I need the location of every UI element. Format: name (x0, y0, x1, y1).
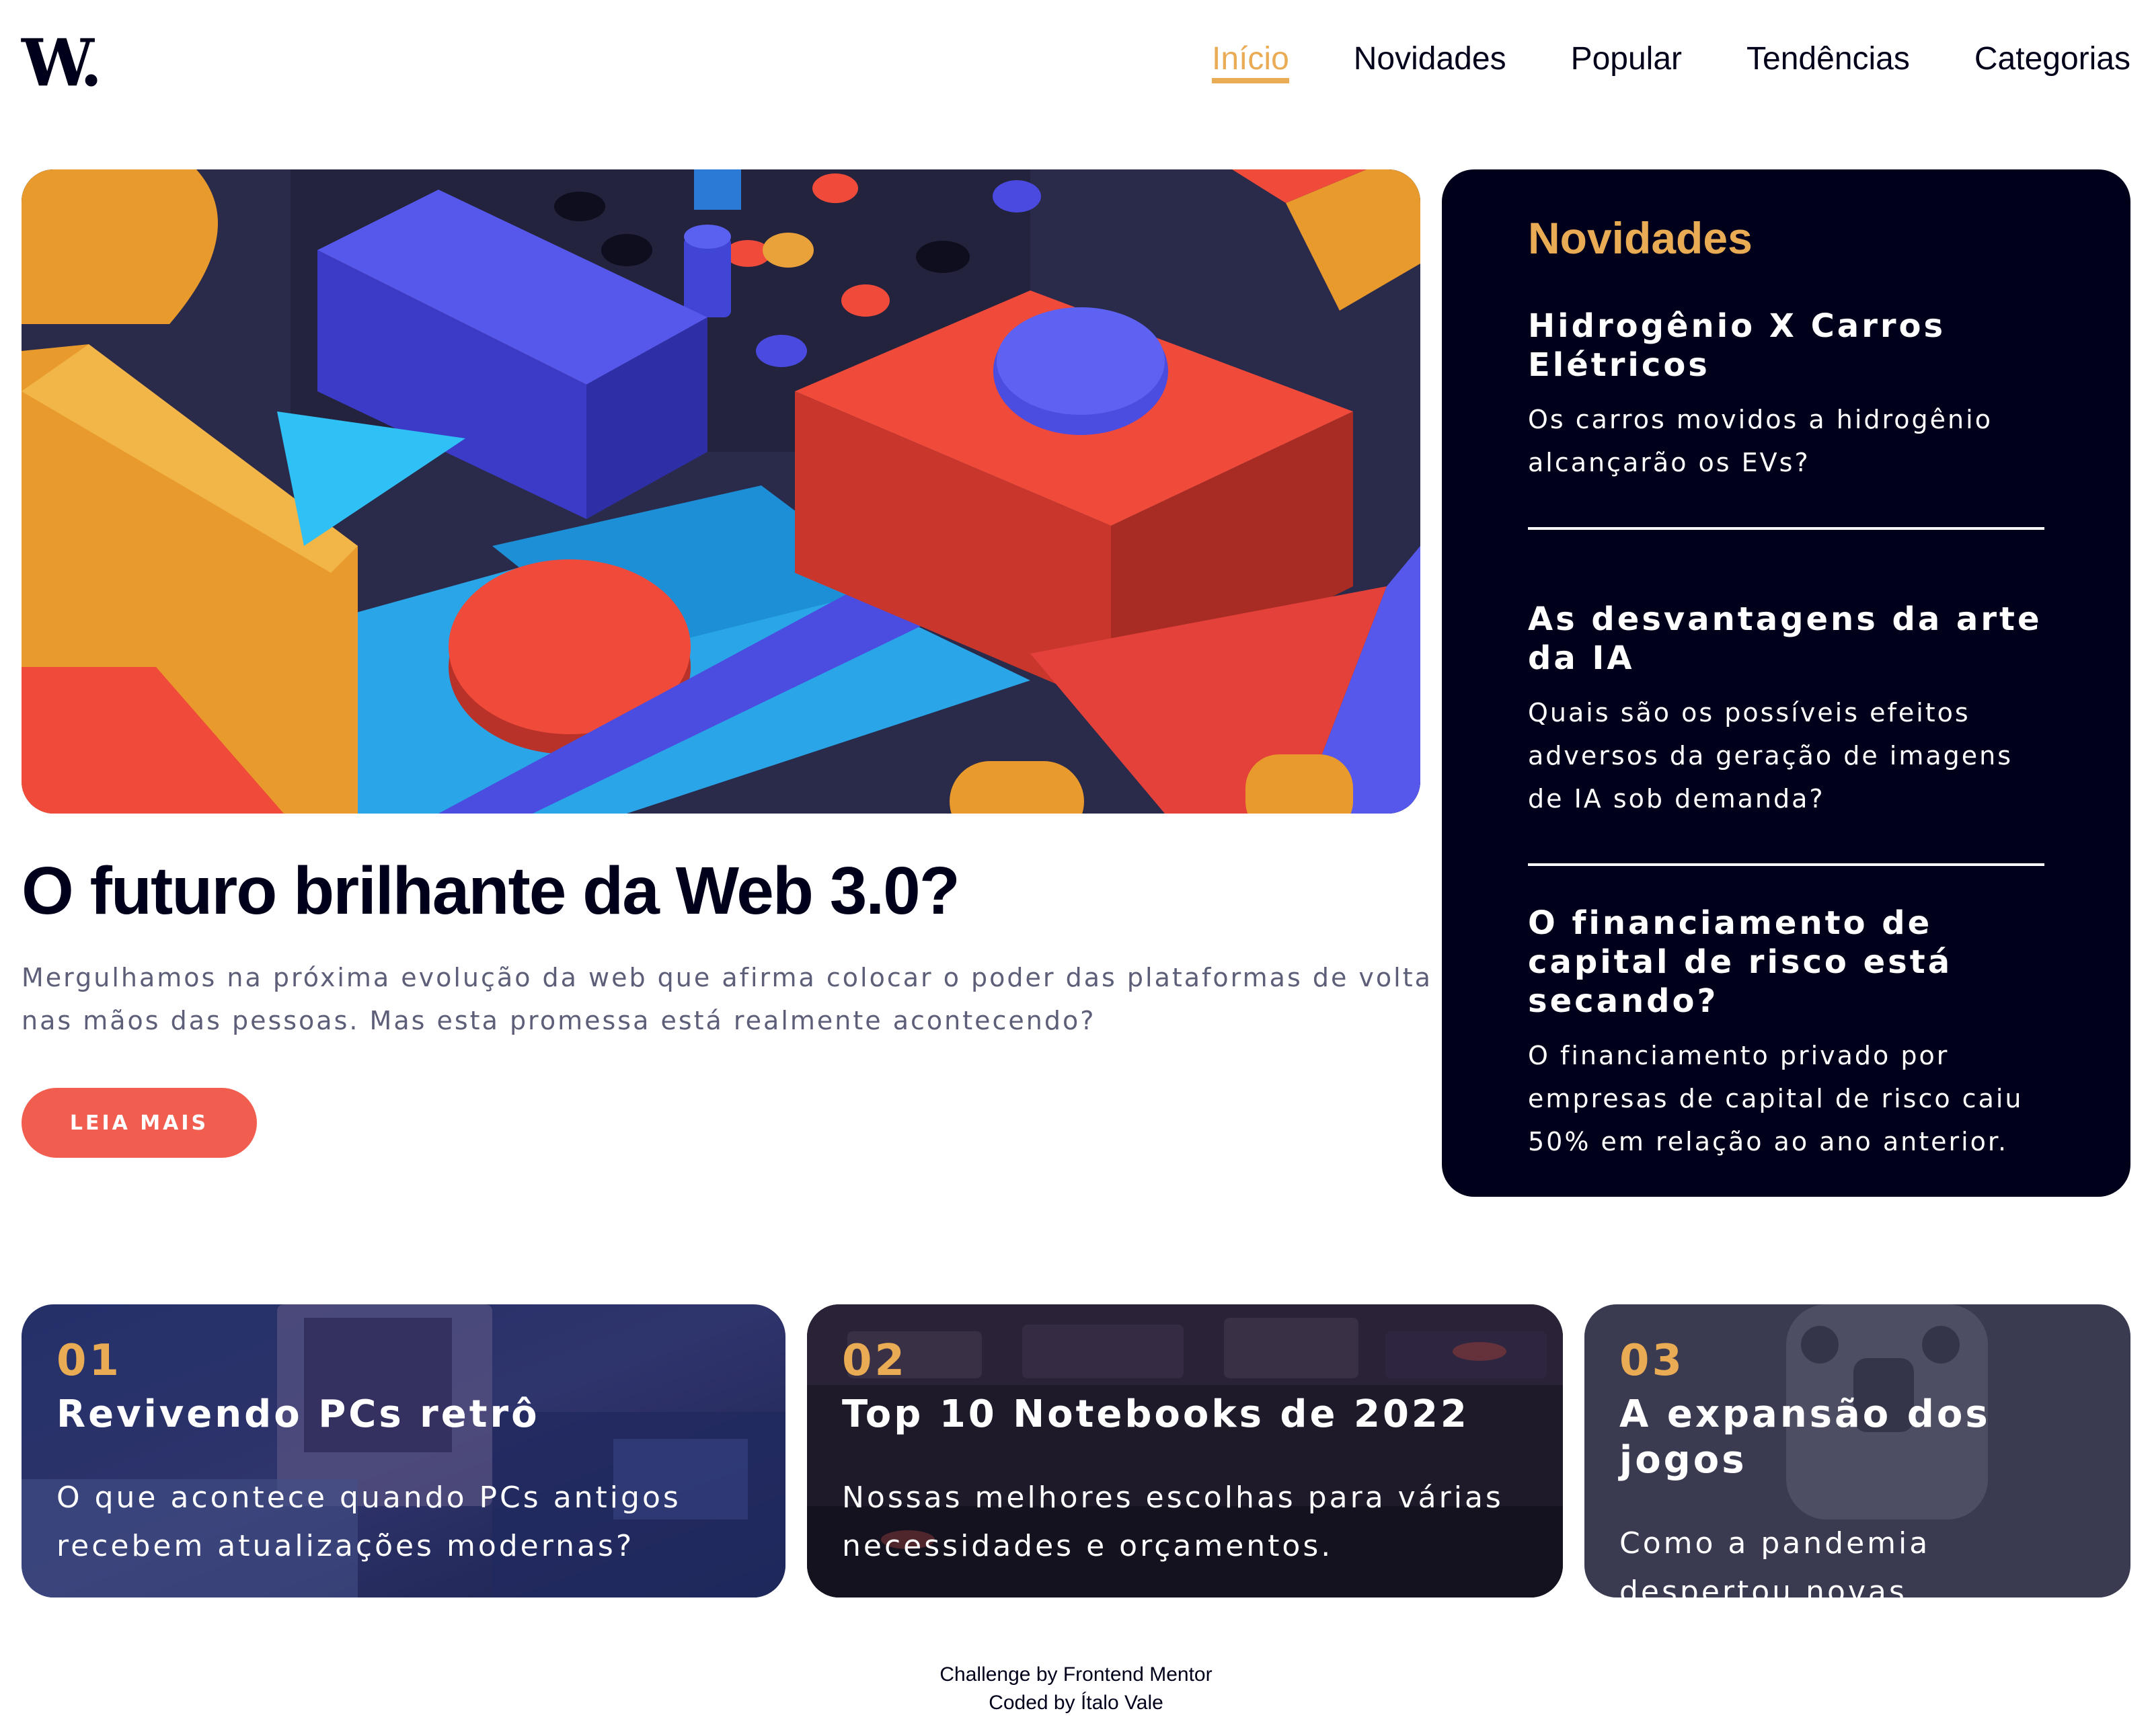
card-text: O que acontece quando PCs antigos recebe… (56, 1481, 681, 1563)
new-item[interactable]: As desvantagens da arte da IA Quais são … (1528, 600, 2044, 820)
new-articles-panel: Novidades Hidrogênio X Carros Elétricos … (1442, 169, 2130, 1197)
divider (1528, 527, 2044, 530)
card-title[interactable]: A expansão dos jogos (1619, 1392, 2096, 1483)
card-content: 01 Revivendo PCs retrô O que acontece qu… (56, 1334, 751, 1571)
new-item-text: Quais são os possíveis efeitos adversos … (1528, 698, 2013, 814)
site-header: W. Início Novidades Popular Tendências C… (22, 0, 2130, 128)
card-content: 03 A expansão dos jogos Como a pandemia … (1619, 1334, 2096, 1597)
read-more-button[interactable]: LEIA MAIS (22, 1088, 257, 1158)
card-title[interactable]: Top 10 Notebooks de 2022 (842, 1392, 1528, 1437)
site-logo[interactable]: W. (22, 31, 102, 95)
card-number: 02 (842, 1336, 908, 1386)
card-content: 02 Top 10 Notebooks de 2022 Nossas melho… (842, 1334, 1528, 1571)
new-item-title[interactable]: Hidrogênio X Carros Elétricos (1528, 307, 2044, 385)
main-nav: Início Novidades Popular Tendências Cate… (1212, 39, 2130, 83)
new-item-title[interactable]: As desvantagens da arte da IA (1528, 600, 2044, 678)
article-card[interactable]: 03 A expansão dos jogos Como a pandemia … (1584, 1304, 2130, 1597)
article-card[interactable]: 02 Top 10 Notebooks de 2022 Nossas melho… (807, 1304, 1563, 1597)
page: W. Início Novidades Popular Tendências C… (22, 0, 2130, 1736)
new-item[interactable]: O financiamento de capital de risco está… (1528, 904, 2044, 1163)
hero-title: O futuro brilhante da Web 3.0? (22, 853, 960, 929)
hero-description: Mergulhamos na próxima evolução da web q… (22, 963, 1432, 1035)
nav-item-tendencias[interactable]: Tendências (1746, 39, 1910, 79)
card-number: 01 (56, 1336, 122, 1386)
card-title[interactable]: Revivendo PCs retrô (56, 1392, 751, 1437)
card-text: Nossas melhores escolhas para várias nec… (842, 1481, 1504, 1563)
card-text: Como a pandemia despertou novas oportuni… (1619, 1526, 1931, 1597)
new-item-title[interactable]: O financiamento de capital de risco está… (1528, 904, 2044, 1021)
nav-item-novidades[interactable]: Novidades (1354, 39, 1506, 79)
challenge-credit-link[interactable]: Challenge by Frontend Mentor (939, 1663, 1212, 1686)
author-credit-link[interactable]: Coded by Ítalo Vale (989, 1692, 1163, 1714)
hero-image (22, 169, 1420, 814)
site-footer: Challenge by Frontend Mentor Coded by Ít… (22, 1661, 2130, 1717)
new-item[interactable]: Hidrogênio X Carros Elétricos Os carros … (1528, 307, 2044, 484)
nav-item-categorias[interactable]: Categorias (1974, 39, 2130, 79)
new-item-text: Os carros movidos a hidrogênio alcançarã… (1528, 405, 1993, 477)
article-card[interactable]: 01 Revivendo PCs retrô O que acontece qu… (22, 1304, 785, 1597)
divider (1528, 863, 2044, 866)
nav-item-popular[interactable]: Popular (1571, 39, 1682, 79)
new-panel-heading: Novidades (1528, 213, 1753, 263)
nav-item-inicio[interactable]: Início (1212, 39, 1289, 83)
card-number: 03 (1619, 1336, 1685, 1386)
new-item-text: O financiamento privado por empresas de … (1528, 1041, 2024, 1156)
